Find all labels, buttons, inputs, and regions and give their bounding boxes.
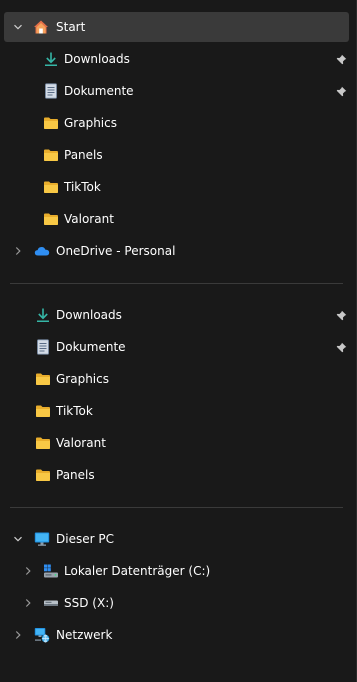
nav-item-label: Downloads (56, 308, 122, 322)
nav-item-label: Start (56, 20, 86, 34)
nav-item-label: Dieser PC (56, 532, 114, 546)
nav-item-label: Graphics (64, 116, 117, 130)
folder-icon (35, 435, 51, 451)
nav-item-graphics[interactable]: Graphics (4, 108, 349, 138)
nav-item-valorant[interactable]: Valorant (4, 428, 349, 458)
pin-icon[interactable] (334, 51, 348, 67)
nav-item-label: Dokumente (64, 84, 134, 98)
folder-icon (43, 147, 59, 163)
download-icon (43, 51, 59, 67)
nav-item-valorant[interactable]: Valorant (4, 204, 349, 234)
document-icon (43, 83, 59, 99)
network-icon (34, 627, 50, 643)
nav-item-label: Valorant (64, 212, 114, 226)
nav-item-start[interactable]: Start (4, 12, 349, 42)
folder-icon (35, 403, 51, 419)
navigation-pane: Start Downloads Dokumente Graphics Panel… (0, 0, 357, 682)
folder-icon (43, 211, 59, 227)
chevron-right-icon[interactable] (20, 556, 36, 586)
chevron-down-icon[interactable] (10, 12, 26, 42)
chevron-right-icon[interactable] (20, 588, 36, 618)
nav-item-onedrive[interactable]: OneDrive - Personal (4, 236, 349, 266)
folder-icon (35, 371, 51, 387)
nav-item-label: Graphics (56, 372, 109, 386)
section-divider (10, 507, 343, 508)
nav-item-label: TikTok (56, 404, 93, 418)
nav-item-dieser-pc[interactable]: Dieser PC (4, 524, 349, 554)
chevron-right-icon[interactable] (10, 236, 26, 266)
folder-icon (35, 467, 51, 483)
nav-item-label: Panels (56, 468, 95, 482)
pin-icon[interactable] (334, 83, 348, 99)
folder-icon (43, 115, 59, 131)
cloud-icon (34, 243, 50, 259)
chevron-right-icon[interactable] (10, 620, 26, 650)
nav-item-label: SSD (X:) (64, 596, 114, 610)
home-icon (33, 19, 49, 35)
nav-item-graphics[interactable]: Graphics (4, 364, 349, 394)
nav-item-label: OneDrive - Personal (56, 244, 176, 258)
nav-item-dokumente[interactable]: Dokumente (4, 332, 349, 362)
pin-icon[interactable] (334, 339, 348, 355)
nav-item-tiktok[interactable]: TikTok (4, 172, 349, 202)
section-divider (10, 283, 343, 284)
nav-item-drive-x[interactable]: SSD (X:) (4, 588, 349, 618)
nav-item-downloads[interactable]: Downloads (4, 300, 349, 330)
nav-item-drive-c[interactable]: Lokaler Datenträger (C:) (4, 556, 349, 586)
nav-item-panels[interactable]: Panels (4, 460, 349, 490)
computer-icon (34, 531, 50, 547)
nav-item-label: Dokumente (56, 340, 126, 354)
nav-item-label: Panels (64, 148, 103, 162)
nav-item-label: Netzwerk (56, 628, 113, 642)
nav-item-label: TikTok (64, 180, 101, 194)
nav-item-panels[interactable]: Panels (4, 140, 349, 170)
nav-item-downloads[interactable]: Downloads (4, 44, 349, 74)
folder-icon (43, 179, 59, 195)
download-icon (35, 307, 51, 323)
windows-drive-icon (43, 563, 59, 579)
ssd-icon (43, 595, 59, 611)
nav-item-label: Downloads (64, 52, 130, 66)
document-icon (35, 339, 51, 355)
nav-item-tiktok[interactable]: TikTok (4, 396, 349, 426)
nav-item-label: Lokaler Datenträger (C:) (64, 564, 211, 578)
chevron-down-icon[interactable] (10, 524, 26, 554)
pin-icon[interactable] (334, 307, 348, 323)
nav-item-dokumente[interactable]: Dokumente (4, 76, 349, 106)
nav-item-label: Valorant (56, 436, 106, 450)
nav-item-netzwerk[interactable]: Netzwerk (4, 620, 349, 650)
